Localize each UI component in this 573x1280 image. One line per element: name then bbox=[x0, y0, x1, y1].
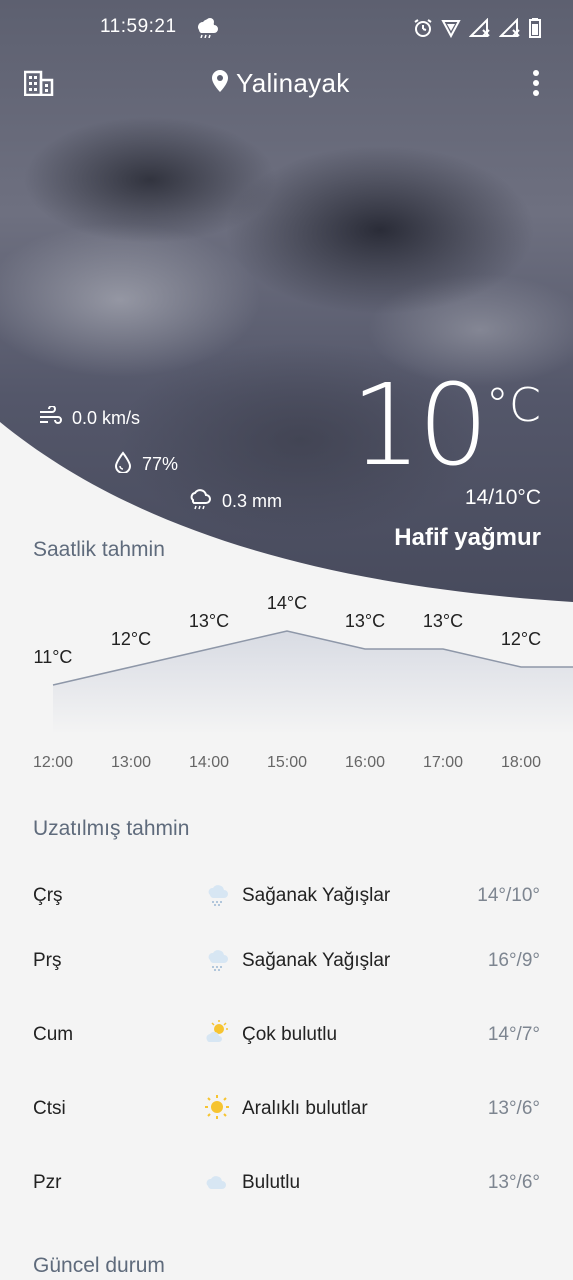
forecast-row[interactable]: Cum Çok bulutlu 14°/7° bbox=[0, 1016, 573, 1056]
vpn-icon bbox=[441, 18, 461, 43]
forecast-row[interactable]: Prş Sağanak Yağışlar 16°/9° bbox=[0, 942, 573, 982]
signal-off-icon bbox=[468, 17, 491, 43]
rain-showers-icon bbox=[204, 881, 230, 907]
hourly-temp-label: 12°C bbox=[111, 629, 151, 649]
forecast-description: Sağanak Yağışlar bbox=[242, 885, 391, 906]
forecast-row[interactable]: Pzr Bulutlu 13°/6° bbox=[0, 1164, 573, 1204]
hourly-temp-label: 11°C bbox=[34, 647, 73, 667]
status-time: 11:59:21 bbox=[100, 16, 177, 37]
status-bar: 11:59:21 bbox=[0, 14, 573, 42]
forecast-day: Cum bbox=[33, 1024, 74, 1045]
current-temperature: 10 bbox=[350, 361, 489, 491]
extended-section-title: Uzatılmış tahmin bbox=[33, 817, 190, 840]
forecast-day: Çrş bbox=[33, 885, 63, 906]
wind-metric: 0.0 km/s bbox=[38, 405, 141, 431]
rain-icon bbox=[188, 488, 212, 515]
hourly-temp-label: 13°C bbox=[423, 611, 463, 631]
sun-icon bbox=[204, 1094, 230, 1120]
forecast-temperature: 14°/7° bbox=[487, 1024, 540, 1045]
location-selector[interactable]: Yalinayak bbox=[212, 68, 350, 99]
forecast-row[interactable]: Çrş Sağanak Yağışlar 14°/10° bbox=[0, 877, 573, 917]
forecast-row[interactable]: Ctsi Aralıklı bulutlar 13°/6° bbox=[0, 1090, 573, 1130]
forecast-day: Prş bbox=[33, 950, 62, 971]
cloud-icon bbox=[204, 1168, 230, 1194]
min-max-temperature: 14/10°C bbox=[464, 486, 541, 509]
signal-off-icon-2 bbox=[498, 17, 521, 43]
forecast-temperature: 13°/6° bbox=[487, 1098, 540, 1119]
alarm-icon bbox=[413, 18, 433, 43]
city-list-icon[interactable] bbox=[23, 70, 54, 101]
current-conditions-title: Güncel durum bbox=[33, 1254, 165, 1277]
forecast-day: Ctsi bbox=[33, 1098, 66, 1119]
hourly-time-label: 14:00 bbox=[189, 754, 229, 771]
hourly-time-label: 15:00 bbox=[267, 754, 307, 771]
hourly-time-label: 12:00 bbox=[33, 754, 73, 771]
hourly-temp-label: 13°C bbox=[189, 611, 229, 631]
humidity-icon bbox=[114, 451, 132, 478]
forecast-temperature: 13°/6° bbox=[487, 1172, 540, 1193]
location-name: Yalinayak bbox=[236, 68, 350, 98]
forecast-day: Pzr bbox=[33, 1172, 62, 1193]
forecast-description: Çok bulutlu bbox=[242, 1024, 338, 1045]
humidity-metric: 77% bbox=[114, 451, 178, 478]
hourly-time-label: 16:00 bbox=[345, 754, 385, 771]
precipitation-value: 0.3 mm bbox=[222, 491, 283, 511]
wind-icon bbox=[38, 405, 62, 431]
humidity-value: 77% bbox=[142, 454, 179, 474]
location-pin-icon bbox=[212, 70, 228, 97]
hourly-time-label: 17:00 bbox=[423, 754, 463, 771]
cloud-rain-sun-icon bbox=[194, 16, 218, 43]
hourly-temp-label: 13°C bbox=[345, 611, 385, 631]
rain-showers-icon bbox=[204, 946, 230, 972]
forecast-description: Bulutlu bbox=[242, 1172, 301, 1193]
more-options-icon[interactable] bbox=[533, 70, 539, 101]
forecast-description: Sağanak Yağışlar bbox=[242, 950, 391, 971]
partly-sunny-icon bbox=[204, 1020, 230, 1046]
forecast-temperature: 16°/9° bbox=[487, 950, 540, 971]
hourly-time-label: 13:00 bbox=[111, 754, 151, 771]
hourly-section-title: Saatlik tahmin bbox=[33, 538, 165, 561]
forecast-description: Aralıklı bulutlar bbox=[242, 1098, 368, 1119]
battery-icon bbox=[529, 18, 541, 43]
hourly-time-label: 18:00 bbox=[501, 754, 541, 771]
weather-condition: Hafif yağmur bbox=[394, 524, 541, 551]
hourly-chart: 11°C 12°C 13°C 14°C 13°C 13°C 12°C 12:00 13:00 1… bbox=[33, 593, 573, 771]
forecast-temperature: 14°/10° bbox=[477, 885, 540, 906]
hourly-temp-label: 14°C bbox=[267, 593, 307, 613]
hourly-temp-label: 12°C bbox=[501, 629, 541, 649]
wind-value: 0.0 km/s bbox=[72, 408, 141, 428]
temperature-unit: °C bbox=[485, 378, 541, 432]
precipitation-metric: 0.3 mm bbox=[188, 488, 282, 515]
